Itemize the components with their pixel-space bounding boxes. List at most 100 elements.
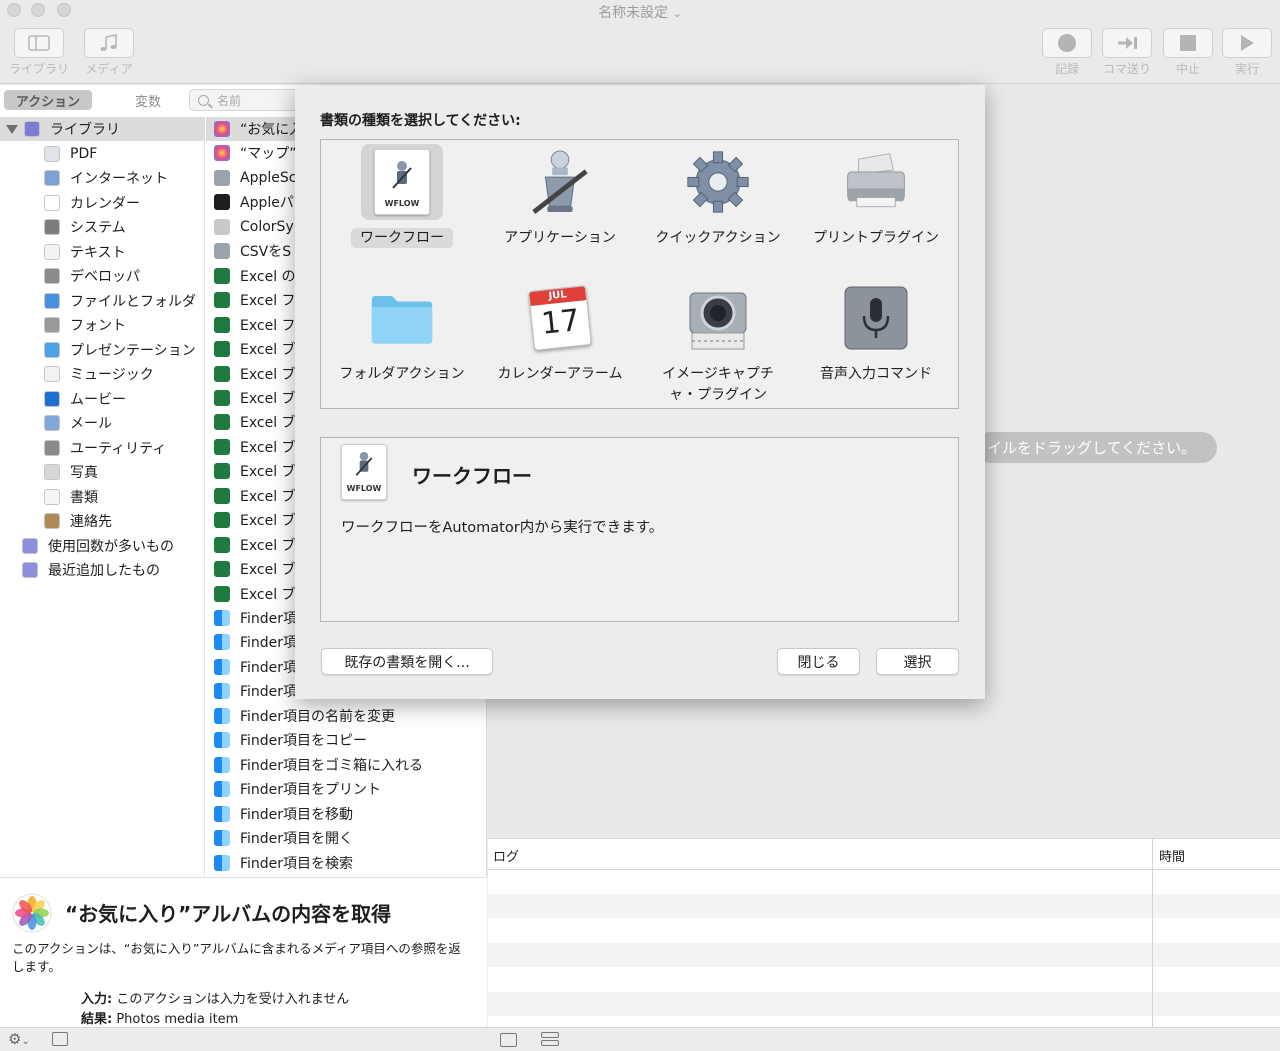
type-application[interactable]: アプリケーション [481, 144, 639, 249]
bottom-bar: ⚙⌄ [0, 1027, 1280, 1051]
column-divider[interactable] [1152, 839, 1153, 1028]
type-quick-action[interactable]: クイックアクション [639, 144, 797, 249]
type-calendar-alarm[interactable]: JUL 17 カレンダーアラーム [481, 280, 639, 385]
list-view-icon[interactable] [500, 1033, 517, 1047]
sidebar-item-label: 最近追加したもの [48, 563, 160, 579]
open-existing-button[interactable]: 既存の書類を開く... [321, 648, 493, 675]
sidebar-item-most-used[interactable]: 使用回数が多いもの [0, 534, 205, 558]
sidebar-item-label: フォント [70, 318, 126, 334]
sidebar-item-mail[interactable]: メール [0, 411, 205, 435]
sidebar-item-system[interactable]: システム [0, 215, 205, 239]
sidebar-item-movies[interactable]: ムービー [0, 387, 205, 411]
recently-added-icon [22, 562, 38, 578]
close-button[interactable]: 閉じる [777, 648, 860, 675]
action-label: Finder項目を移動 [240, 806, 354, 823]
sidebar-item-pdf[interactable]: PDF [0, 142, 205, 166]
log-row [488, 943, 1280, 967]
folder-icon [371, 296, 433, 344]
sidebar-item-music[interactable]: ミュージック [0, 362, 205, 386]
gear-icon [687, 151, 749, 213]
type-workflow[interactable]: WFLOW ワークフロー [323, 144, 481, 249]
excel-icon [214, 561, 230, 578]
music-icon [44, 366, 60, 382]
action-list-item[interactable]: Finder項目の名前を変更 [206, 704, 486, 728]
microphone-icon [844, 286, 908, 350]
sidebar-item-presentations[interactable]: プレゼンテーション [0, 338, 205, 362]
stop-icon [1180, 35, 1196, 51]
sidebar-item-label: 使用回数が多いもの [48, 538, 174, 555]
action-list-item[interactable]: Finder項目をゴミ箱に入れる [206, 753, 486, 777]
utilities-icon [44, 439, 60, 456]
time-column-header[interactable]: 時間 [1159, 846, 1185, 865]
log-row [488, 992, 1280, 1016]
action-list-item[interactable]: Finder項目を検索 [206, 851, 486, 875]
log-column-header[interactable]: ログ [493, 846, 519, 865]
action-list-item[interactable]: Finder項目を移動 [206, 802, 486, 826]
workflow-icon: WFLOW [341, 444, 387, 500]
sidebar-item-developer[interactable]: デベロッパ [0, 264, 205, 288]
type-image-capture-plugin[interactable]: イメージキャプチ ャ・プラグイン [639, 280, 797, 406]
action-label: Finder項 [240, 635, 298, 652]
action-input-row: 入力: このアクションは入力を受け入れません [81, 992, 350, 1007]
library-icon [24, 121, 40, 137]
action-list-item[interactable]: Finder項目を開く [206, 826, 486, 850]
excel-icon [214, 316, 230, 333]
action-label: CSVをS [240, 244, 292, 261]
library-toggle-button[interactable] [14, 28, 64, 58]
mail-icon [44, 415, 60, 431]
tab-variables[interactable]: 変数 [102, 90, 194, 110]
disclosure-triangle-icon[interactable] [6, 124, 18, 134]
record-button[interactable] [1042, 28, 1092, 58]
sidebar-item-photos[interactable]: 写真 [0, 460, 205, 484]
action-label: AppleSc [240, 169, 297, 186]
excel-icon [214, 267, 230, 284]
type-label: プリントプラグイン [813, 230, 939, 246]
movies-icon [44, 390, 60, 407]
window-title[interactable]: 名称未設定 ⌄ [0, 2, 1280, 22]
action-label: Finder項目を検索 [240, 855, 354, 872]
selected-type-title: ワークフロー [412, 464, 532, 488]
media-button[interactable] [84, 28, 134, 58]
play-icon [1241, 35, 1254, 51]
type-print-plugin[interactable]: プリントプラグイン [797, 144, 955, 249]
type-label: フォルダアクション [339, 366, 465, 382]
step-button[interactable] [1102, 28, 1152, 58]
stop-button[interactable] [1163, 28, 1213, 58]
files-folders-icon [44, 292, 60, 309]
sidebar-item-contacts[interactable]: 連絡先 [0, 509, 205, 533]
sidebar-item-library[interactable]: ライブラリ [0, 117, 205, 141]
action-list-item[interactable]: Finder項目をプリント [206, 777, 486, 801]
text-icon [44, 243, 60, 260]
application-icon [532, 150, 588, 214]
pdf-icon [44, 145, 60, 162]
sidebar-item-files-folders[interactable]: ファイルとフォルダ [0, 289, 205, 313]
action-list-item[interactable]: Finder項目をコピー [206, 728, 486, 752]
tab-actions[interactable]: アクション [4, 90, 92, 110]
sidebar-item-label: システム [70, 220, 126, 236]
finder-icon [214, 756, 230, 773]
sidebar-item-documents[interactable]: 書類 [0, 485, 205, 509]
sidebar-item-internet[interactable]: インターネット [0, 166, 205, 190]
sidebar-item-utilities[interactable]: ユーティリティ [0, 436, 205, 460]
excel-icon [214, 414, 230, 431]
choose-button[interactable]: 選択 [876, 648, 959, 675]
log-header: ログ 時間 [488, 839, 1280, 870]
sheet-title: 書類の種類を選択してください: [320, 113, 521, 129]
sidebar-item-label: デベロッパ [70, 269, 140, 285]
type-folder-action[interactable]: フォルダアクション [323, 280, 481, 385]
sidebar-item-recently-added[interactable]: 最近追加したもの [0, 558, 205, 582]
sidebar-item-fonts[interactable]: フォント [0, 313, 205, 337]
search-input[interactable]: 名前 [189, 89, 299, 111]
description-toggle-icon[interactable] [52, 1032, 68, 1046]
action-label: Excel フ [240, 317, 296, 334]
sidebar-item-text[interactable]: テキスト [0, 240, 205, 264]
sidebar-item-calendar[interactable]: カレンダー [0, 191, 205, 215]
workflow-icon: WFLOW [374, 149, 430, 215]
type-dictation-command[interactable]: 音声入力コマンド [797, 280, 955, 385]
flow-view-icon[interactable] [541, 1032, 559, 1048]
gear-menu-icon[interactable]: ⚙⌄ [8, 1030, 30, 1048]
run-button[interactable] [1222, 28, 1272, 58]
sidebar-item-label: PDF [70, 145, 98, 162]
search-placeholder: 名前 [217, 93, 242, 108]
sidebar-item-label: カレンダー [70, 195, 140, 212]
